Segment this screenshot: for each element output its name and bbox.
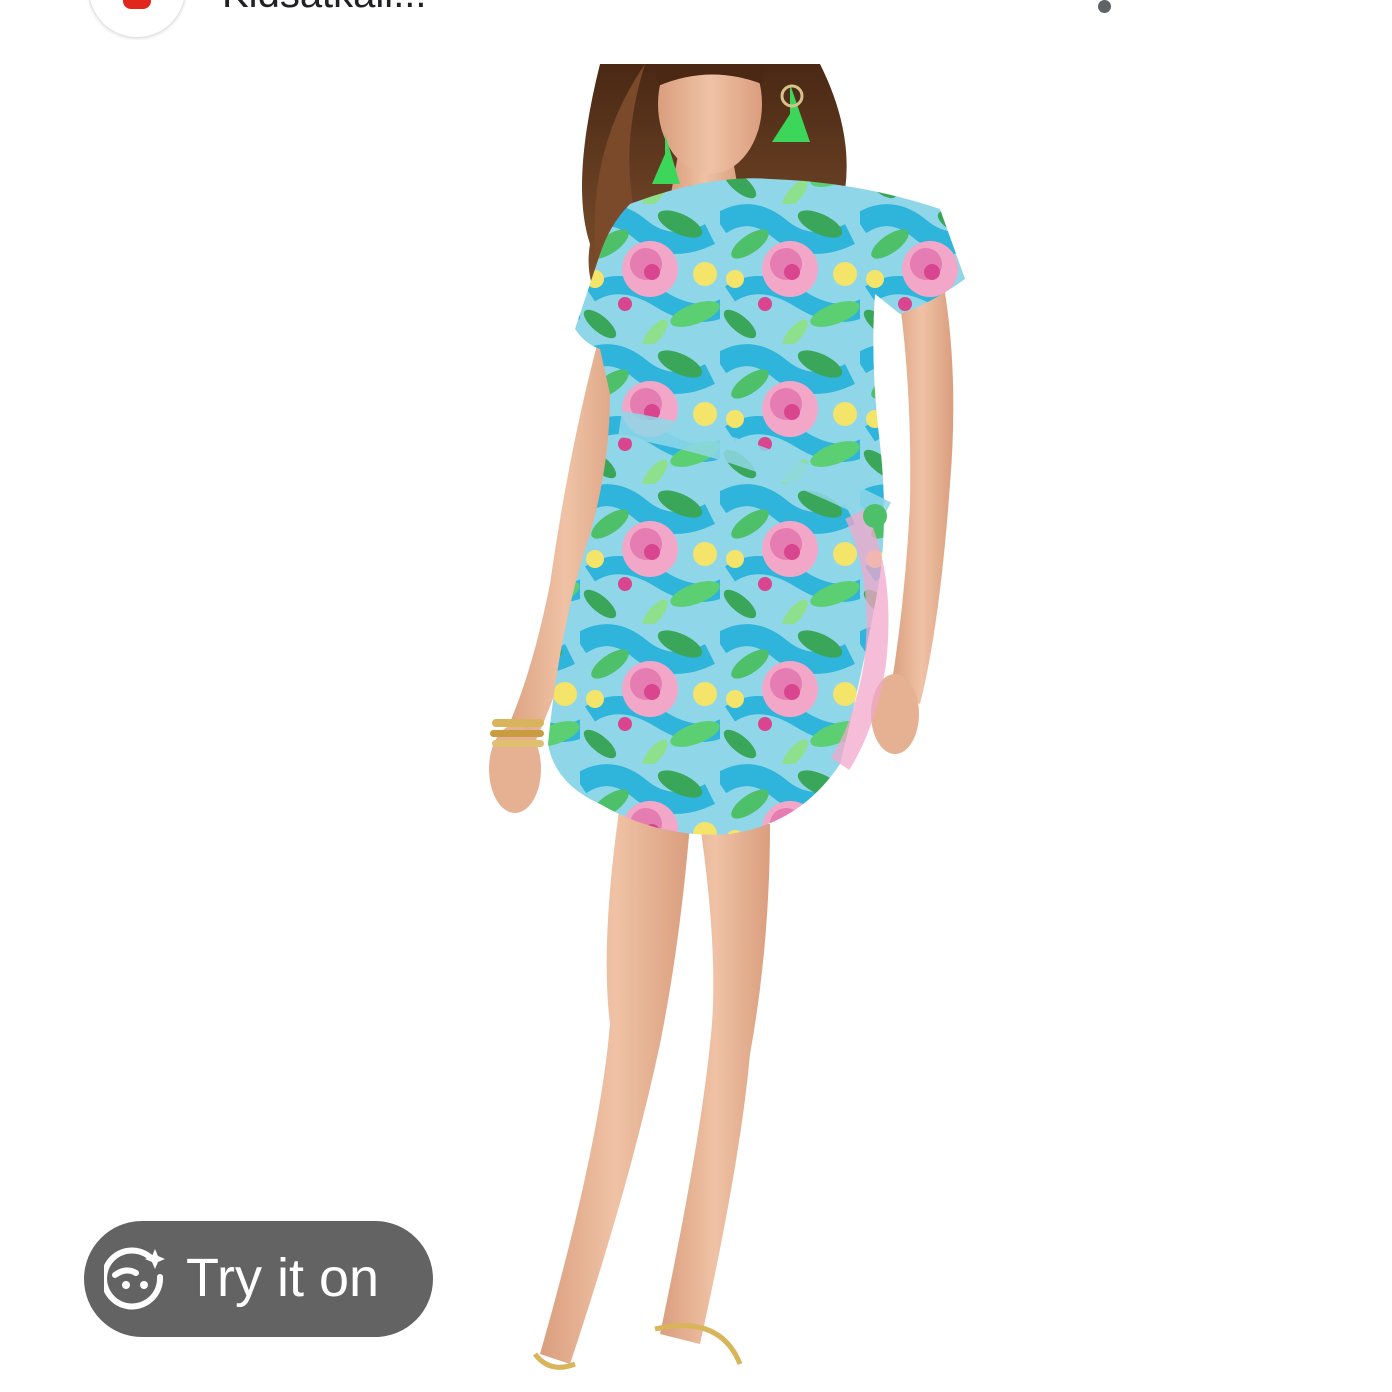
more-vert-icon[interactable]	[1090, 0, 1118, 16]
source-logo-icon[interactable]	[88, 0, 186, 38]
product-image[interactable]	[300, 34, 1100, 1392]
try-it-on-button[interactable]: Try it on	[84, 1221, 433, 1337]
try-it-on-label: Try it on	[186, 1248, 380, 1308]
close-icon[interactable]	[1218, 0, 1272, 12]
face-sparkle-icon	[101, 1247, 168, 1311]
source-name[interactable]: Kidsatkali...	[222, 0, 427, 14]
header-bar: Kidsatkali...	[0, 0, 1392, 40]
screen: Kidsatkali...	[0, 0, 1392, 1392]
